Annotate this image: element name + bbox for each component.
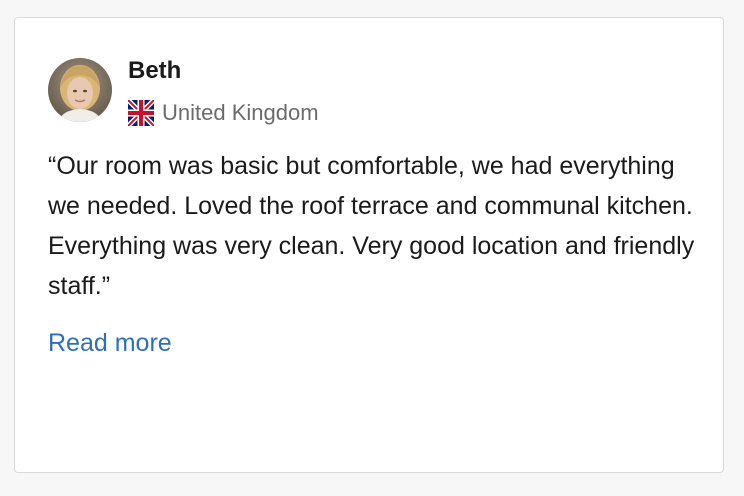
reviewer-country: United Kingdom [128,98,319,128]
review-text: “Our room was basic but comfortable, we … [48,152,695,300]
review-card: Beth United Kingdom “Our room was basic … [14,17,724,473]
united-kingdom-flag-icon [128,100,154,126]
reviewer-photo [48,58,112,122]
reviewer-name: Beth [128,57,182,84]
read-more-link[interactable]: Read more [48,326,172,360]
avatar [48,58,112,122]
country-label: United Kingdom [162,100,319,125]
